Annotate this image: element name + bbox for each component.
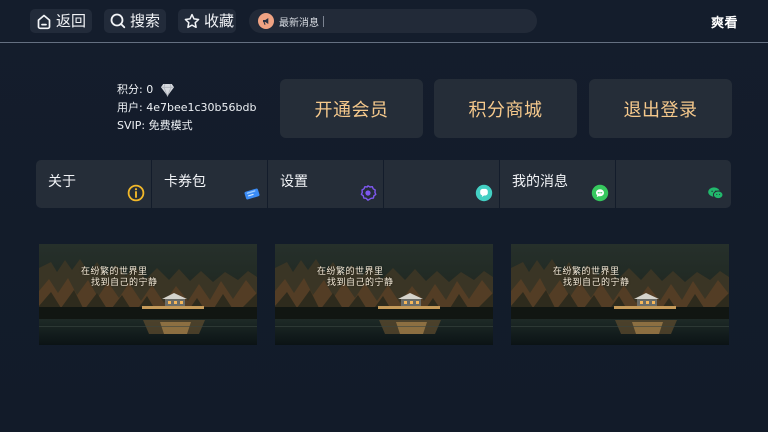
top-navigation-bar: 返回 搜索 收藏 最新消息 爽看	[0, 0, 768, 43]
chat-bubble-icon	[475, 184, 493, 202]
latest-news-marquee[interactable]: 最新消息	[249, 9, 537, 33]
open-membership-button[interactable]: 开通会员	[280, 79, 423, 138]
favorites-button-label: 收藏	[204, 12, 235, 30]
banner-caption-line-1: 在纷繁的世界里	[553, 267, 620, 277]
star-icon	[183, 12, 201, 30]
banner-caption-line-2: 找到自己的宁静	[327, 278, 394, 288]
points-row: 积分: 0	[117, 81, 272, 99]
back-button-label: 返回	[56, 12, 87, 30]
featured-banners: 在纷繁的世界里 找到自己的宁静 在纷繁的世界里 找到自己的宁静 在纷繁的世界里 …	[39, 244, 729, 345]
settings-menu-item[interactable]: 设置	[268, 160, 383, 208]
wechat-menu-item[interactable]	[616, 160, 731, 208]
diamond-icon	[160, 83, 175, 97]
banner-caption-line-1: 在纷繁的世界里	[317, 267, 384, 277]
banner-lake-house-image	[511, 244, 729, 345]
megaphone-icon	[258, 13, 274, 29]
about-label: 关于	[48, 174, 76, 190]
banner-card[interactable]: 在纷繁的世界里 找到自己的宁静	[511, 244, 729, 345]
points-mall-button[interactable]: 积分商城	[434, 79, 577, 138]
notice-divider	[323, 15, 324, 27]
message-icon	[591, 184, 609, 202]
gear-icon	[359, 184, 377, 202]
banner-caption: 在纷繁的世界里 找到自己的宁静	[317, 267, 437, 289]
coupon-wallet-menu-item[interactable]: 卡券包	[152, 160, 267, 208]
search-icon	[109, 12, 127, 30]
search-button-label: 搜索	[130, 12, 161, 30]
my-messages-menu-item[interactable]: 我的消息	[500, 160, 615, 208]
banner-card[interactable]: 在纷繁的世界里 找到自己的宁静	[275, 244, 493, 345]
about-menu-item[interactable]: 关于	[36, 160, 151, 208]
profile-page: 返回 搜索 收藏 最新消息 爽看 积分: 0 用户: 4e7bee1c30b56…	[0, 0, 768, 432]
banner-card[interactable]: 在纷繁的世界里 找到自己的宁静	[39, 244, 257, 345]
home-icon	[35, 12, 53, 30]
banner-caption-line-2: 找到自己的宁静	[563, 278, 630, 288]
chat-menu-item[interactable]	[384, 160, 499, 208]
my-messages-label: 我的消息	[512, 174, 568, 190]
coupon-wallet-label: 卡券包	[164, 174, 206, 190]
banner-lake-house-image	[39, 244, 257, 345]
banner-caption-line-2: 找到自己的宁静	[91, 278, 158, 288]
banner-caption: 在纷繁的世界里 找到自己的宁静	[553, 267, 673, 289]
favorites-button[interactable]: 收藏	[178, 9, 236, 33]
points-text: 积分: 0	[117, 83, 154, 96]
coupon-icon	[243, 184, 261, 202]
search-button[interactable]: 搜索	[104, 9, 166, 33]
user-info-panel: 积分: 0 用户: 4e7bee1c30b56bdb SVIP: 免费模式	[117, 81, 272, 135]
back-button[interactable]: 返回	[30, 9, 92, 33]
wechat-icon	[707, 184, 725, 202]
settings-label: 设置	[280, 174, 308, 190]
user-id-row: 用户: 4e7bee1c30b56bdb	[117, 101, 257, 114]
banner-caption-line-1: 在纷繁的世界里	[81, 267, 148, 277]
svip-row: SVIP: 免费模式	[117, 119, 193, 132]
brand-title: 爽看	[710, 16, 738, 31]
feature-menu-row: 关于 卡券包 设置 我的消息	[36, 160, 732, 208]
info-icon	[127, 184, 145, 202]
latest-news-label: 最新消息	[279, 17, 319, 29]
logout-button[interactable]: 退出登录	[589, 79, 732, 138]
banner-caption: 在纷繁的世界里 找到自己的宁静	[81, 267, 201, 289]
banner-lake-house-image	[275, 244, 493, 345]
